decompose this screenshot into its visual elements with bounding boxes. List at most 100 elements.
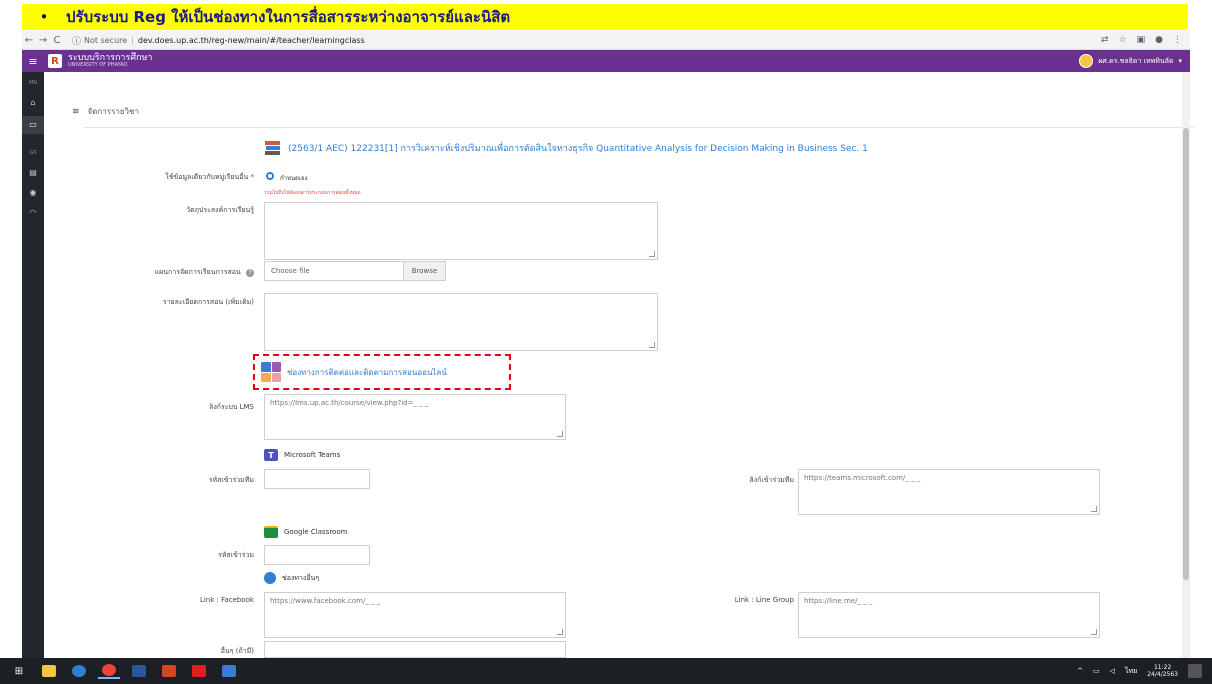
word-app-icon[interactable] xyxy=(128,663,150,679)
browser-menu-icon[interactable]: ⋮ xyxy=(1173,35,1182,45)
detail-textarea[interactable] xyxy=(264,293,658,351)
teams-link-label: ลิงก์เข้าร่วมทีม xyxy=(749,476,794,484)
classroom-code-input[interactable] xyxy=(264,545,370,565)
teams-service: T Microsoft Teams xyxy=(264,449,340,461)
eye-icon[interactable]: ◉ xyxy=(22,188,44,197)
detail-label: รายละเอียดการสอน (เพิ่มเติม) xyxy=(162,298,254,306)
os-taskbar: ⊞ ^ ▭ ◁ ไทย 11:22 24/4/2563 xyxy=(0,658,1212,684)
windows-start-icon[interactable]: ⊞ xyxy=(8,663,30,679)
clock-time: 11:22 xyxy=(1153,663,1172,671)
required-mark: * xyxy=(250,173,255,181)
input-language[interactable]: ไทย xyxy=(1125,666,1137,677)
headset-icon[interactable]: ◠ xyxy=(22,208,44,217)
share-label-text: ใช้ข้อมูลเดียวกับหมู่เรียนอื่น xyxy=(165,173,249,181)
online-channels-heading: ช่องทางการติดต่อและติดตามการสอนออนไลน์ xyxy=(287,367,447,377)
google-classroom-icon xyxy=(264,526,278,538)
system-tray: ^ ▭ ◁ ไทย 11:22 24/4/2563 xyxy=(1077,664,1212,678)
info-icon[interactable]: ⓘ xyxy=(72,34,81,47)
reload-button[interactable]: C xyxy=(50,35,64,46)
teams-link-value: https://teams.microsoft.com/_ _ _ xyxy=(804,474,921,482)
avatar xyxy=(1079,54,1094,68)
share-label: ใช้ข้อมูลเดียวกับหมู่เรียนอื่น * xyxy=(44,172,254,183)
bookmark-star-icon[interactable]: ☆ xyxy=(1119,35,1127,45)
chat-nav-icon[interactable]: ▭ xyxy=(22,116,44,134)
document-icon[interactable]: ▤ xyxy=(22,168,44,177)
tray-chevron-icon[interactable]: ^ xyxy=(1077,667,1083,675)
translate-icon[interactable]: ⇄ xyxy=(1101,35,1109,45)
notification-center-icon[interactable] xyxy=(1188,664,1202,678)
clock-date: 24/4/2563 xyxy=(1147,671,1178,678)
plan-label: แผนการจัดการเรียนการสอน ? xyxy=(44,267,254,278)
url-separator: | xyxy=(131,35,134,45)
custom-radio[interactable] xyxy=(266,172,274,180)
lms-textarea[interactable]: https://lms.up.ac.th/course/view.php?id=… xyxy=(264,394,566,440)
help-icon[interactable]: ? xyxy=(246,269,254,277)
teams-link-textarea[interactable]: https://teams.microsoft.com/_ _ _ xyxy=(798,469,1100,515)
line-value: https://line.me/_ _ _ xyxy=(804,597,873,605)
custom-option-label: กำหนดเอง xyxy=(280,175,308,182)
chat-bubble-icon xyxy=(264,572,276,584)
hamburger-menu-icon[interactable]: ≡ xyxy=(22,55,44,68)
chrome-browser-icon[interactable] xyxy=(98,663,120,679)
app-subtitle: UNIVERSITY OF PHAYAO xyxy=(68,62,128,68)
taskbar-clock[interactable]: 11:22 24/4/2563 xyxy=(1147,664,1178,678)
lms-value: https://lms.up.ac.th/course/view.php?id=… xyxy=(270,399,429,407)
classroom-service: Google Classroom xyxy=(264,526,347,538)
user-name: ผศ.ดร.ชลธิดา เทพทินลัด xyxy=(1098,56,1174,65)
other-input[interactable] xyxy=(264,641,566,658)
main-content: ≋ จัดการรายวิชา (2563/1 AEC) 122231[1] ก… xyxy=(44,72,1194,658)
scrollbar-thumb[interactable] xyxy=(1183,128,1189,580)
pdf-reader-icon[interactable] xyxy=(188,663,210,679)
teams-name: Microsoft Teams xyxy=(284,451,341,459)
chevron-down-icon: ▾ xyxy=(1178,57,1182,65)
settings-app-icon[interactable] xyxy=(218,663,240,679)
back-button[interactable]: ← xyxy=(22,35,36,46)
profile-icon[interactable]: ● xyxy=(1155,35,1163,45)
network-icon[interactable]: ▭ xyxy=(1093,667,1100,675)
file-placeholder: Choose file xyxy=(271,267,310,275)
microsoft-teams-icon: T xyxy=(264,449,278,461)
app-brand: ระบบบริการการศึกษา UNIVERSITY OF PHAYAO xyxy=(68,54,152,68)
app-header: ≡ R ระบบบริการการศึกษา UNIVERSITY OF PHA… xyxy=(22,50,1190,72)
volume-icon[interactable]: ◁ xyxy=(1110,667,1115,675)
user-menu[interactable]: ผศ.ดร.ชลธิดา เทพทินลัด ▾ xyxy=(1079,54,1190,68)
page-scrollbar[interactable] xyxy=(1182,72,1190,658)
channels-icon xyxy=(261,362,281,382)
plan-label-text: แผนการจัดการเรียนการสอน xyxy=(154,268,241,276)
slide-banner: • ปรับระบบ Reg ให้เป็นช่องทางในการสื่อสา… xyxy=(22,4,1188,30)
course-title: (2563/1 AEC) 122231[1] การวิเคราะห์เชิงป… xyxy=(288,144,868,154)
facebook-textarea[interactable]: https://www.facebook.com/_ _ _ xyxy=(264,592,566,638)
line-label: Link : Line Group xyxy=(734,596,794,604)
facebook-value: https://www.facebook.com/_ _ _ xyxy=(270,597,381,605)
rail-label-gs: GS xyxy=(29,150,37,156)
extension-icon[interactable]: ▣ xyxy=(1137,35,1146,45)
forward-button[interactable]: → xyxy=(36,35,50,46)
share-note: รวมไปถึงไฟล์เอกสารประกอบการสอนทั้งหมด xyxy=(264,190,361,196)
address-bar[interactable]: dev.does.up.ac.th/reg-new/main/#/teacher… xyxy=(138,36,365,45)
left-sidebar: MN ⌂ ▭ GS ▤ ◉ ◠ xyxy=(22,72,44,658)
plan-file-input[interactable]: Choose file Browse xyxy=(264,261,446,281)
browser-toolbar: ← → C ⓘ Not secure | dev.does.up.ac.th/r… xyxy=(22,31,1190,50)
teams-code-label: รหัสเข้าร่วมทีม xyxy=(208,476,254,484)
section-divider xyxy=(84,127,1194,128)
classroom-name: Google Classroom xyxy=(284,528,348,536)
section-header: ≋ จัดการรายวิชา xyxy=(72,105,139,118)
file-explorer-icon[interactable] xyxy=(38,663,60,679)
app-logo[interactable]: R xyxy=(48,54,62,68)
online-channels-highlight: ช่องทางการติดต่อและติดตามการสอนออนไลน์ xyxy=(253,354,511,390)
browser-actions: ⇄ ☆ ▣ ● ⋮ xyxy=(1101,35,1190,45)
browse-button[interactable]: Browse xyxy=(403,262,445,280)
layers-icon: ≋ xyxy=(72,106,80,117)
objective-label: วัตถุประสงค์การเรียนรู้ xyxy=(186,206,254,214)
home-icon[interactable]: ⌂ xyxy=(22,98,44,107)
powerpoint-app-icon[interactable] xyxy=(158,663,180,679)
line-textarea[interactable]: https://line.me/_ _ _ xyxy=(798,592,1100,638)
edge-browser-icon[interactable] xyxy=(68,663,90,679)
teams-code-input[interactable] xyxy=(264,469,370,489)
facebook-label: Link : Facebook xyxy=(199,596,254,604)
rail-label-mn: MN xyxy=(28,80,38,86)
section-title: จัดการรายวิชา xyxy=(87,107,139,116)
slide-root: • ปรับระบบ Reg ให้เป็นช่องทางในการสื่อสา… xyxy=(0,0,1212,684)
other-channels: ช่องทางอื่นๆ xyxy=(264,572,319,584)
objective-textarea[interactable] xyxy=(264,202,658,260)
